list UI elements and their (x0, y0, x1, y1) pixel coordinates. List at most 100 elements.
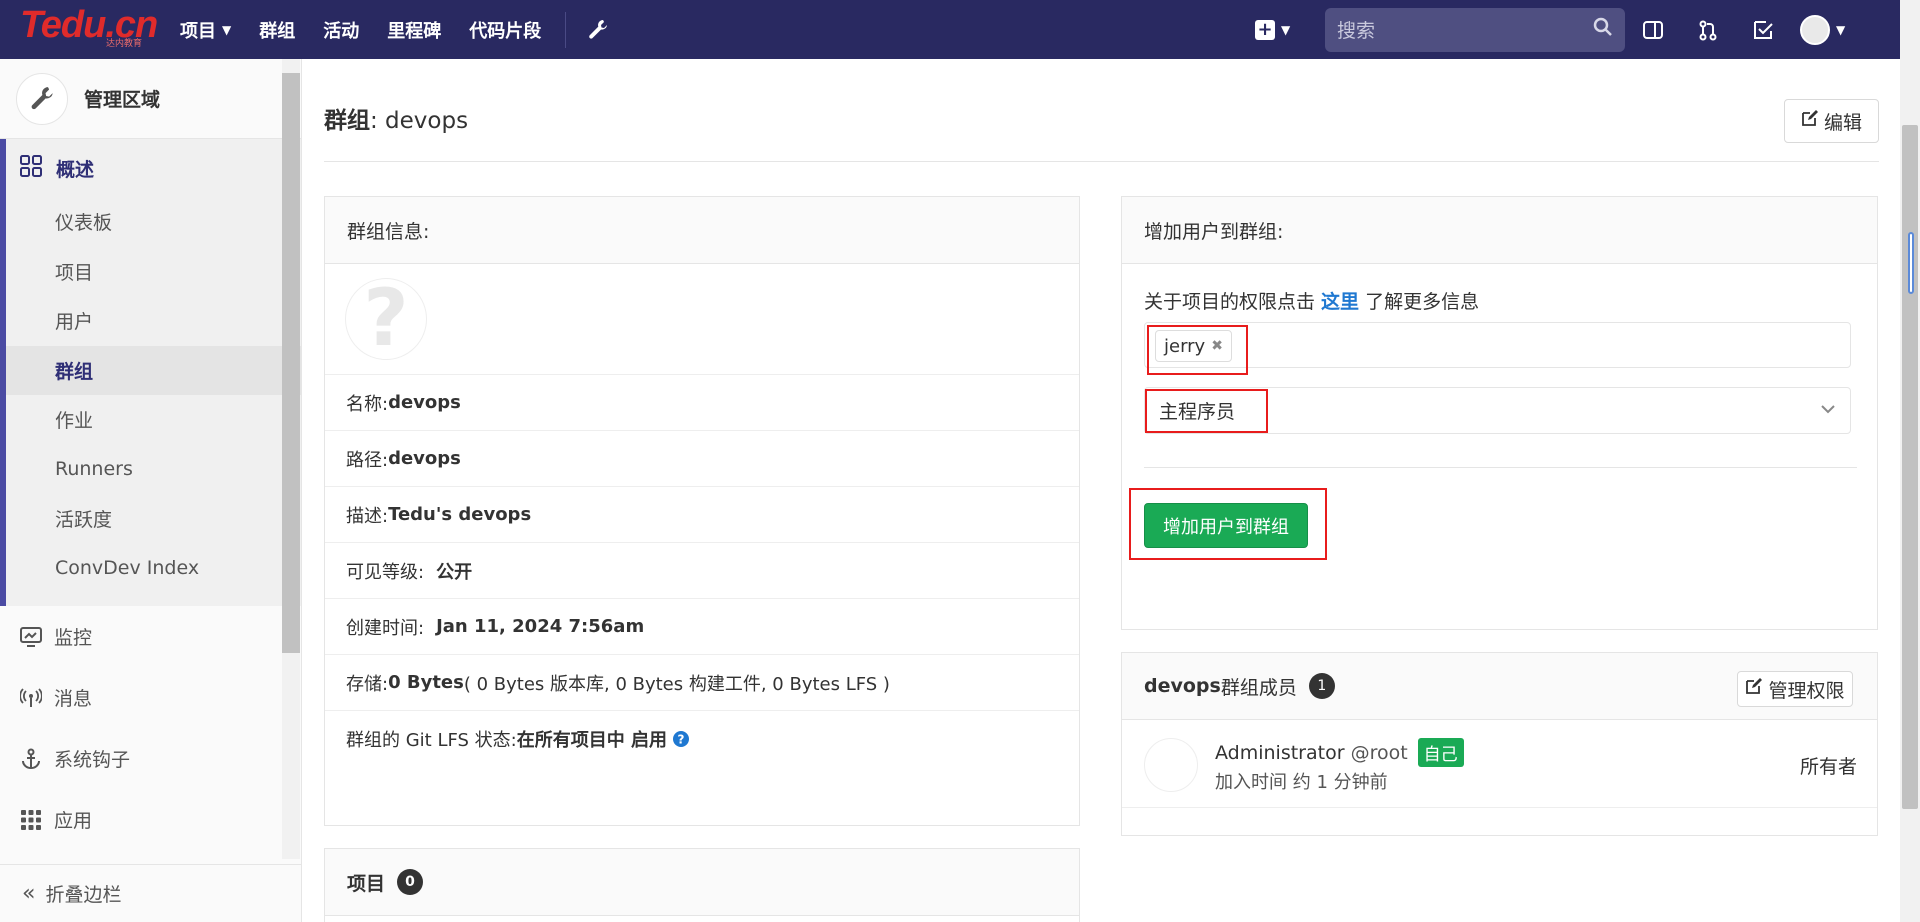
name-label: 名称: (346, 393, 389, 415)
group-info-header: 群组信息: (325, 197, 1079, 264)
member-avatar[interactable] (1144, 738, 1198, 792)
grid-icon (20, 154, 48, 182)
annotation-box-user (1147, 325, 1248, 375)
member-joined: 加入时间 约 1 分钟前 (1215, 772, 1388, 793)
nav-snippets[interactable]: 代码片段 (455, 0, 555, 59)
member-role: 所有者 (1799, 756, 1857, 778)
admin-wrench-icon[interactable] (578, 19, 618, 41)
search-icon (1593, 17, 1613, 42)
collapse-sidebar-label: 折叠边栏 (45, 884, 122, 906)
created-label: 创建时间: (346, 617, 425, 639)
sidebar-item-dashboard[interactable]: 仪表板 (6, 197, 301, 247)
sidebar-item-applications[interactable]: 应用 (0, 789, 301, 850)
nav-groups-label: 群组 (259, 20, 296, 42)
monitor-icon (20, 626, 46, 647)
edit-button[interactable]: 编辑 (1784, 99, 1879, 143)
member-row: Administrator @root 自己 加入时间 约 1 分钟前 所有者 (1122, 720, 1877, 808)
anchor-icon (20, 748, 46, 770)
info-row-path: 路径: devops (325, 431, 1079, 487)
sidebar-item-messages-label: 消息 (54, 688, 93, 710)
user-menu[interactable]: ▼ (1800, 14, 1846, 45)
hint-prefix: 关于项目的权限点击 (1144, 291, 1322, 313)
sidebar-header[interactable]: 管理区域 (0, 59, 301, 139)
manage-access-button[interactable]: 管理权限 (1737, 671, 1853, 707)
add-user-panel: 增加用户到群组: 关于项目的权限点击 这里 了解更多信息 jerry ✖ 主程序… (1121, 196, 1878, 630)
sidebar-item-system-hooks-label: 系统钩子 (54, 749, 131, 771)
double-chevron-left-icon: « (22, 881, 36, 906)
todo-panel-icon[interactable] (1625, 19, 1680, 41)
sidebar-item-monitoring-label: 监控 (54, 627, 93, 649)
top-navbar: Tedu.cn 达内教育 项目 ▼ 群组 活动 里程碑 代码片段 + ▼ 搜索 (0, 0, 1900, 59)
group-info-panel: 群组信息: ? 名称: devops 路径: devops 描述: Tedu's… (324, 196, 1080, 826)
description-value: Tedu's devops (388, 504, 532, 525)
logo-subtext: 达内教育 (106, 39, 143, 49)
sidebar-item-applications-label: 应用 (54, 810, 93, 832)
storage-label: 存储: (346, 673, 389, 695)
members-panel-header: devops 群组成员 1 管理权限 (1122, 653, 1877, 720)
question-circle-icon[interactable]: ? (673, 731, 690, 747)
page-scroll-indicator (1908, 232, 1914, 294)
chevron-down-icon: ▼ (1836, 22, 1846, 37)
sidebar-item-activity[interactable]: 活跃度 (6, 494, 301, 544)
lfs-value: 在所有项目中 启用 (516, 730, 668, 751)
sidebar-item-overview-label: 概述 (56, 158, 95, 181)
nav-projects-label: 项目 (180, 20, 216, 42)
plus-square-icon: + (1255, 19, 1275, 40)
edit-icon (1745, 678, 1763, 700)
search-placeholder: 搜索 (1337, 20, 1376, 42)
sidebar-scrollbar[interactable] (282, 73, 300, 653)
member-username: @root (1350, 741, 1408, 764)
sidebar-item-system-hooks[interactable]: 系统钩子 (0, 728, 301, 789)
info-row-name: 名称: devops (325, 375, 1079, 431)
info-row-description: 描述: Tedu's devops (325, 487, 1079, 543)
storage-value: 0 Bytes (388, 672, 464, 693)
collapse-sidebar-button[interactable]: « 折叠边栏 (0, 864, 301, 922)
nav-activity[interactable]: 活动 (309, 0, 373, 59)
nav-projects[interactable]: 项目 ▼ (166, 0, 245, 59)
sidebar-item-runners[interactable]: Runners (6, 445, 301, 495)
annotation-box-role (1145, 389, 1268, 433)
members-group-name: devops (1144, 675, 1221, 697)
nav-milestones[interactable]: 里程碑 (373, 0, 455, 59)
nav-milestones-label: 里程碑 (387, 20, 442, 42)
nav-right: + ▼ 搜索 ▼ (1255, 0, 1845, 59)
description-label: 描述: (346, 505, 389, 527)
page-title: 群组: devops (324, 101, 468, 135)
logo[interactable]: Tedu.cn 达内教育 (0, 0, 166, 59)
new-dropdown-button[interactable]: + ▼ (1255, 19, 1325, 40)
members-panel: devops 群组成员 1 管理权限 Administrator @root 自… (1121, 652, 1878, 836)
hint-suffix: 了解更多信息 (1359, 291, 1480, 313)
visibility-label: 可见等级: (346, 561, 425, 583)
svg-text:?: ? (678, 733, 685, 747)
sidebar-item-overview[interactable]: 概述 (6, 139, 301, 197)
title-divider (324, 161, 1879, 162)
wrench-icon (16, 72, 68, 125)
storage-detail: ( 0 Bytes 版本库, 0 Bytes 构建工件, 0 Bytes LFS… (463, 673, 890, 695)
sidebar-item-jobs[interactable]: 作业 (6, 395, 301, 445)
path-label: 路径: (346, 449, 389, 471)
member-name[interactable]: Administrator (1215, 742, 1345, 764)
todos-check-icon[interactable] (1735, 19, 1790, 41)
sidebar-item-projects[interactable]: 项目 (6, 247, 301, 297)
members-count-badge: 1 (1308, 673, 1335, 699)
sidebar-item-monitoring[interactable]: 监控 (0, 606, 301, 667)
edit-button-label: 编辑 (1823, 111, 1862, 134)
page-scrollbar-thumb[interactable] (1902, 125, 1918, 809)
user-select-input[interactable]: jerry ✖ (1144, 322, 1851, 368)
projects-panel-title: 项目 (347, 872, 386, 895)
page-title-label: 群组 (324, 108, 370, 134)
permissions-help-link[interactable]: 这里 (1321, 291, 1359, 313)
main-content: 群组: devops 编辑 群组信息: ? 名称: devops 路径: dev… (302, 59, 1900, 922)
avatar (1800, 14, 1830, 45)
sidebar-item-messages[interactable]: 消息 (0, 667, 301, 728)
sidebar-item-convdev-index[interactable]: ConvDev Index (6, 544, 301, 594)
merge-request-icon[interactable] (1680, 19, 1735, 41)
sidebar-item-users[interactable]: 用户 (6, 296, 301, 346)
info-row-visibility: 可见等级: 公开 (325, 543, 1079, 599)
nav-snippets-label: 代码片段 (469, 20, 542, 42)
permission-hint: 关于项目的权限点击 这里 了解更多信息 (1144, 287, 1479, 314)
group-avatar-row: ? (325, 264, 1079, 375)
nav-groups[interactable]: 群组 (245, 0, 309, 59)
search-input[interactable]: 搜索 (1325, 7, 1625, 52)
sidebar-item-groups[interactable]: 群组 (6, 345, 301, 395)
